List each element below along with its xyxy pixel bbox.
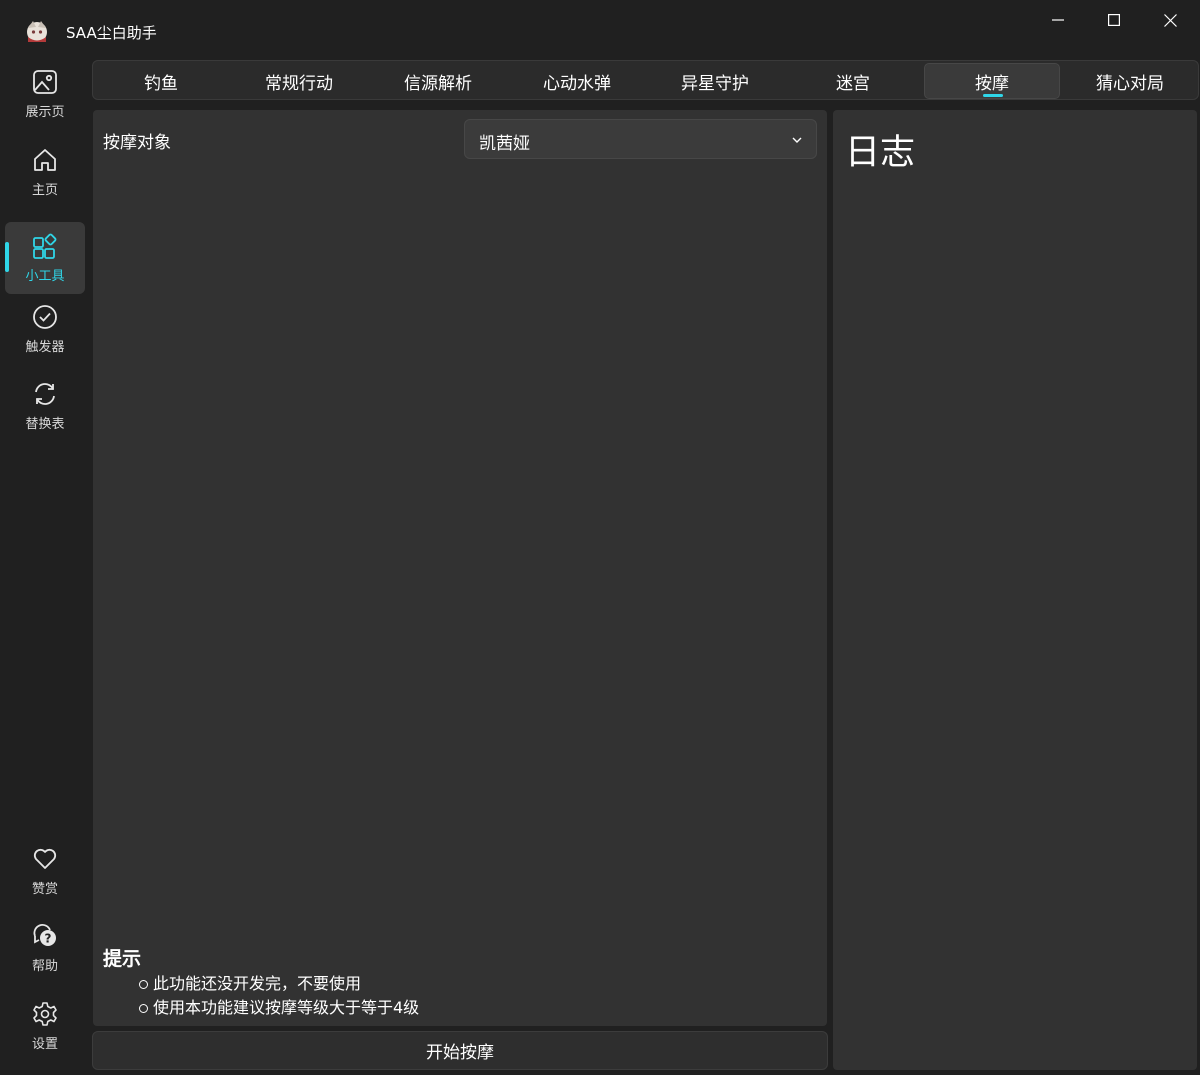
- tab-label: 按摩: [975, 73, 1009, 94]
- tip-text: 此功能还没开发完，不要使用: [153, 974, 362, 993]
- chevron-down-icon: [792, 137, 802, 143]
- close-button[interactable]: [1142, 0, 1198, 40]
- tab-fishing[interactable]: 钓鱼: [93, 63, 229, 99]
- help-chat-icon: ?: [33, 924, 56, 946]
- sidebar-item-help[interactable]: ? 帮助: [5, 912, 85, 984]
- tip-text: 使用本功能建议按摩等级大于等于4级: [153, 998, 420, 1017]
- tab-source-analysis[interactable]: 信源解析: [370, 63, 506, 99]
- tab-maze[interactable]: 迷宫: [785, 63, 921, 99]
- sidebar-item-showcase[interactable]: 展示页: [5, 58, 85, 130]
- bullet-icon: [139, 979, 148, 989]
- sidebar-item-tools[interactable]: 小工具: [5, 222, 85, 294]
- tab-routine[interactable]: 常规行动: [231, 63, 367, 99]
- tab-alien-guard[interactable]: 异星守护: [647, 63, 783, 99]
- log-title: 日志: [845, 133, 916, 173]
- sidebar-item-label: 主页: [31, 183, 58, 198]
- target-select-value: 凯茜娅: [479, 134, 530, 154]
- heart-icon: [33, 848, 57, 869]
- tips-list: 此功能还没开发完，不要使用 使用本功能建议按摩等级大于等于4级: [139, 972, 419, 1020]
- sidebar-item-label: 帮助: [31, 959, 58, 974]
- target-select[interactable]: 凯茜娅: [464, 119, 817, 159]
- sidebar-item-label: 触发器: [25, 340, 65, 355]
- sidebar-item-label: 替换表: [25, 417, 65, 432]
- sidebar-item-label: 小工具: [25, 269, 65, 284]
- sidebar-item-trigger[interactable]: 触发器: [5, 293, 85, 365]
- tips-title: 提示: [103, 948, 142, 970]
- tip-item: 使用本功能建议按摩等级大于等于4级: [139, 996, 419, 1020]
- target-label: 按摩对象: [103, 133, 171, 153]
- tip-item: 此功能还没开发完，不要使用: [139, 972, 419, 996]
- sidebar-item-home[interactable]: 主页: [5, 136, 85, 208]
- refresh-icon: [35, 383, 55, 405]
- maximize-button[interactable]: [1086, 0, 1142, 40]
- apps-icon: [33, 233, 57, 259]
- tab-guess-heart[interactable]: 猜心对局: [1062, 63, 1198, 99]
- sidebar-item-donate[interactable]: 赞赏: [5, 835, 85, 907]
- tab-bar: 钓鱼 常规行动 信源解析 心动水弹 异星守护 迷宫 按摩 猜心对局: [92, 60, 1199, 100]
- bullet-icon: [139, 1003, 148, 1013]
- active-indicator: [5, 242, 9, 272]
- app-logo-icon: [24, 18, 50, 44]
- maximize-icon: [1108, 14, 1120, 26]
- gear-icon: [33, 1002, 57, 1026]
- start-massage-button[interactable]: 开始按摩: [92, 1031, 828, 1070]
- tab-water-bomb[interactable]: 心动水弹: [509, 63, 645, 99]
- image-icon: [33, 70, 57, 94]
- sidebar-item-replace[interactable]: 替换表: [5, 370, 85, 442]
- sidebar-item-label: 展示页: [25, 105, 65, 120]
- sidebar-item-label: 赞赏: [31, 882, 58, 897]
- tab-massage[interactable]: 按摩: [924, 63, 1060, 99]
- check-circle-icon: [33, 305, 57, 329]
- title-bar: SAA尘白助手: [0, 0, 1200, 58]
- sidebar: 展示页 主页 小工具 触发器 替换表 赞赏 ? 帮助 设置: [0, 58, 90, 1075]
- sidebar-item-settings[interactable]: 设置: [5, 990, 85, 1062]
- settings-panel: 按摩对象 凯茜娅 提示 此功能还没开发完，不要使用 使用本功能建议按摩等级大于等…: [93, 110, 827, 1026]
- close-icon: [1163, 13, 1177, 27]
- minimize-icon: [1052, 19, 1064, 21]
- tab-active-indicator: [983, 94, 1003, 97]
- app-title: SAA尘白助手: [66, 24, 157, 42]
- home-icon: [34, 149, 56, 171]
- minimize-button[interactable]: [1030, 0, 1086, 40]
- log-panel: 日志: [833, 110, 1197, 1070]
- svg-text:?: ?: [45, 932, 52, 946]
- sidebar-item-label: 设置: [31, 1037, 58, 1052]
